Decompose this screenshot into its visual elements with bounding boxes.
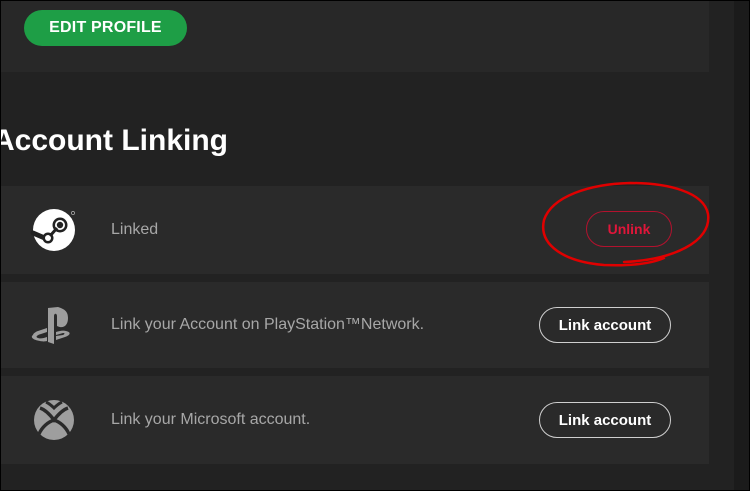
microsoft-link-label: Link your Microsoft account. — [111, 411, 311, 428]
account-row-playstation: Link your Account on PlayStation™Network… — [0, 282, 709, 368]
playstation-link-label: Link your Account on PlayStation™Network… — [111, 316, 425, 333]
xbox-icon — [34, 400, 74, 440]
unlink-steam-button[interactable]: Unlink — [586, 211, 672, 247]
edit-profile-button[interactable]: EDIT PROFILE — [24, 10, 187, 46]
profile-panel: EDIT PROFILE — [0, 0, 709, 72]
account-linking-title: Account Linking — [0, 124, 228, 157]
steam-status-label: Linked — [111, 221, 159, 238]
link-microsoft-button[interactable]: Link account — [539, 402, 671, 438]
link-playstation-button[interactable]: Link account — [539, 307, 671, 343]
scrollbar-track[interactable] — [734, 0, 750, 491]
settings-page: EDIT PROFILE Account Linking Linked Unli… — [0, 0, 734, 491]
playstation-icon — [31, 307, 70, 344]
steam-icon — [30, 209, 75, 251]
account-row-microsoft: Link your Microsoft account. Link accoun… — [0, 376, 709, 464]
